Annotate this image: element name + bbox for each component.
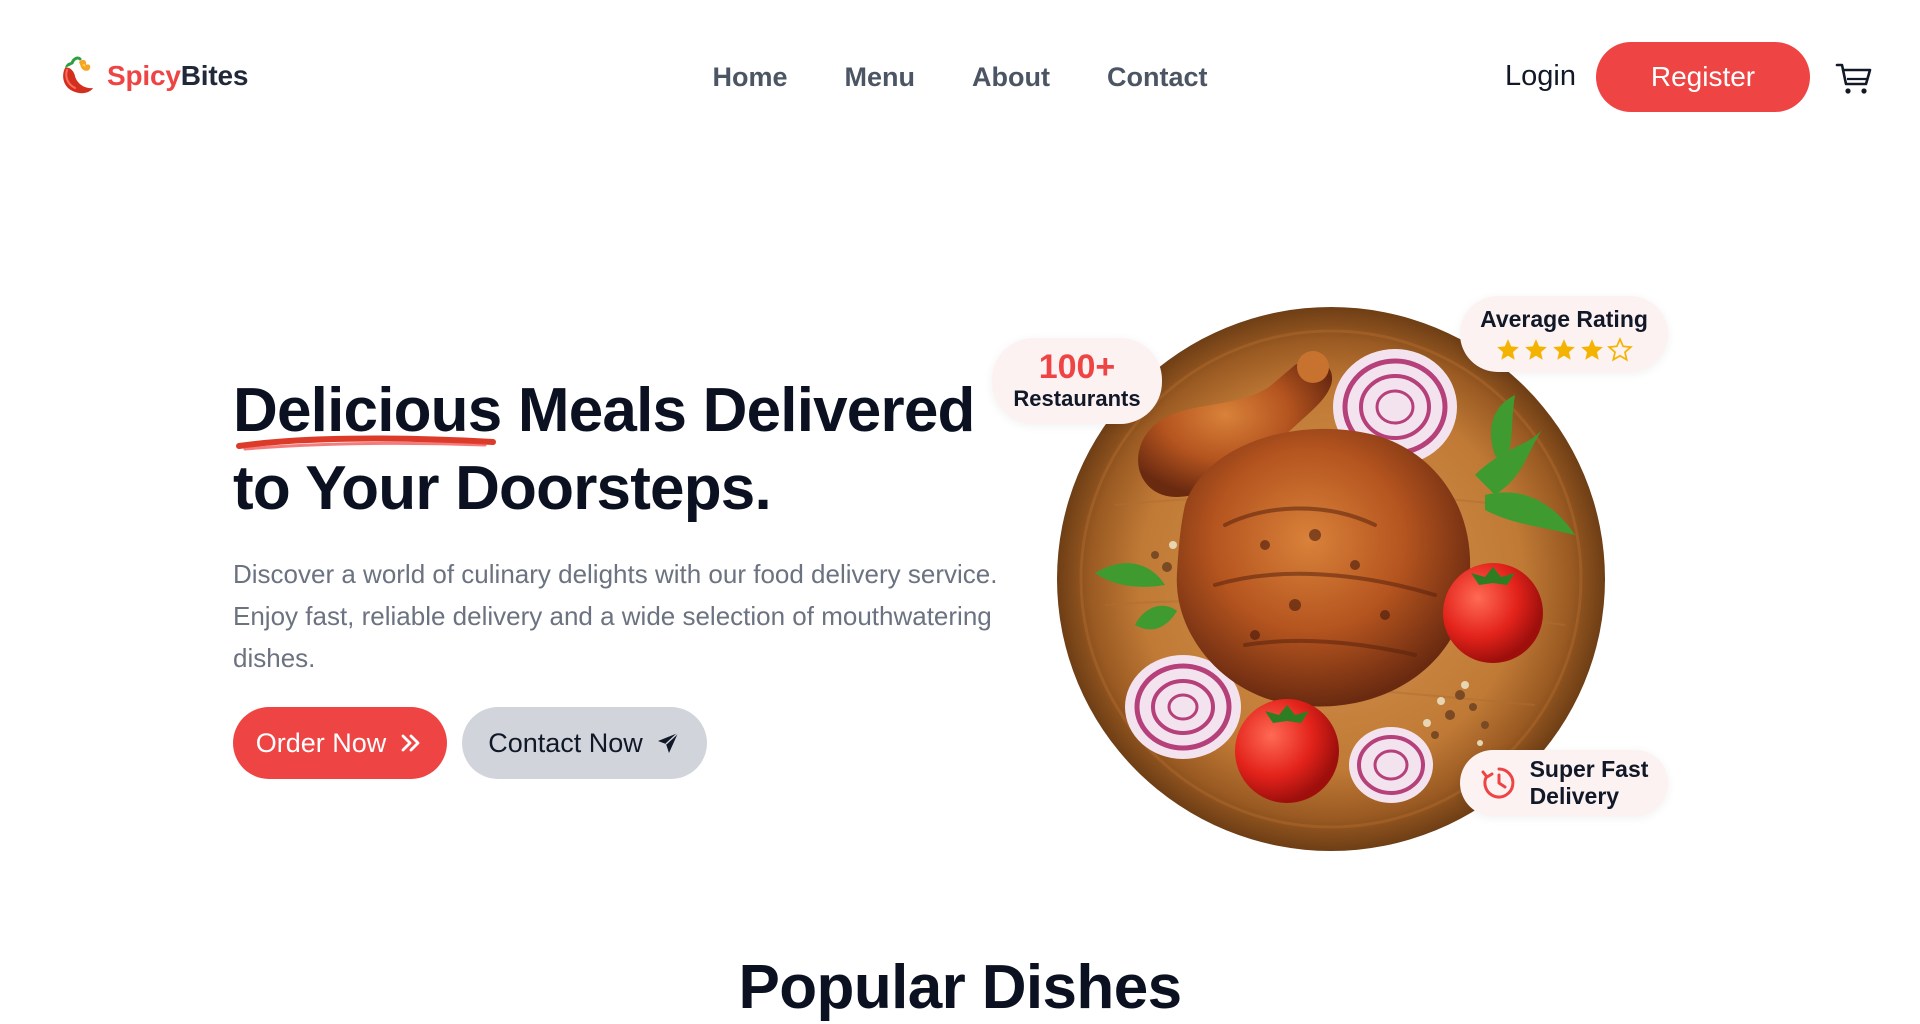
average-rating-label: Average Rating [1480,306,1648,332]
average-rating-badge: Average Rating [1460,296,1668,372]
landing-page: SpicyBites Home Menu About Contact Login… [0,0,1920,1024]
restaurants-count: 100+ [1038,348,1116,386]
restaurants-label: Restaurants [1013,386,1141,411]
nav-link-contact[interactable]: Contact [1107,62,1208,92]
register-button[interactable]: Register [1596,42,1810,112]
hero-title-line2: to Your Doorsteps. [233,454,772,523]
paper-plane-icon [657,732,679,753]
star-filled-icon [1581,339,1603,360]
contact-now-button[interactable]: Contact Now [462,707,707,779]
hero-title: Delicious Meals Delivered to Your Doorst… [233,372,993,528]
star-filled-icon [1497,339,1519,360]
fast-delivery-badge: Super Fast Delivery [1460,750,1668,816]
hero-title-highlight: Delicious [233,372,502,451]
star-empty-icon [1607,337,1633,362]
nav-link-home[interactable]: Home [713,62,788,92]
hero-title-highlight-text: Delicious [233,376,502,445]
nav-link-about[interactable]: About [972,62,1050,92]
nav-list: Home Menu About Contact [713,62,1208,93]
site-header: SpicyBites Home Menu About Contact Login… [0,0,1920,156]
login-link[interactable]: Login [1505,60,1576,93]
restaurants-count-badge: 100+ Restaurants [992,338,1162,424]
double-chevron-right-icon [401,734,420,752]
fast-delivery-clock-icon [1481,767,1514,799]
rating-stars [1495,337,1633,363]
order-now-button[interactable]: Order Now [233,707,447,779]
fast-delivery-label: Super Fast Delivery [1529,756,1649,809]
popular-dishes-title: Popular Dishes [738,953,1183,1022]
star-filled-icon [1525,339,1547,360]
nav-link-menu[interactable]: Menu [845,62,916,92]
hero-description: Discover a world of culinary delights wi… [233,559,998,673]
hero-title-line1-rest: Meals Delivered [501,376,976,445]
order-now-label: Order Now [255,727,387,758]
star-filled-icon [1553,339,1575,360]
contact-now-label: Contact Now [488,727,643,758]
cart-icon[interactable] [1834,58,1874,98]
